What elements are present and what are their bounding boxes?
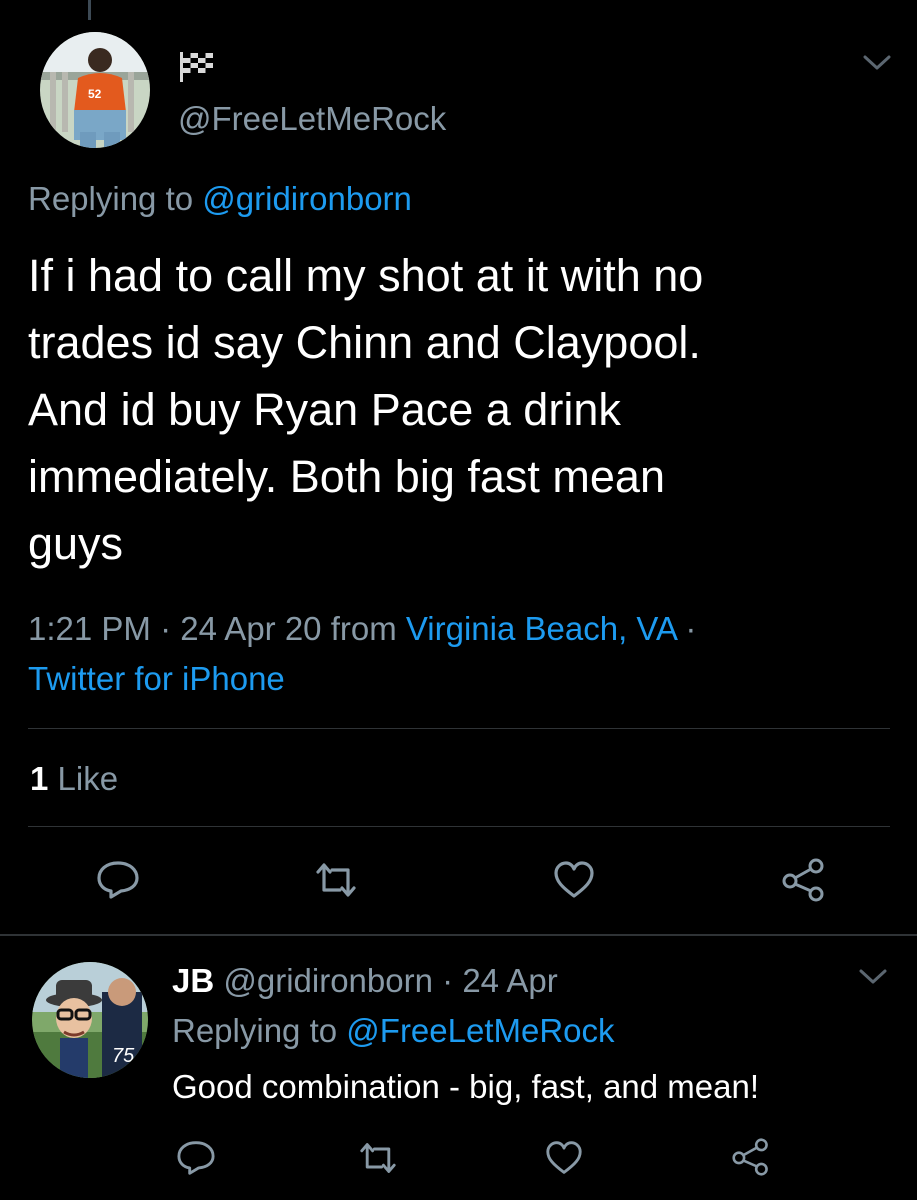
replying-to-line: Replying to @gridironborn <box>28 180 412 218</box>
tweet-meta: 1:21 PM · 24 Apr 20 from Virginia Beach,… <box>28 604 888 704</box>
reply-author-handle[interactable]: @gridironborn <box>223 962 433 999</box>
reply-text: Good combination - big, fast, and mean! <box>172 1068 760 1105</box>
tweet-date: 24 Apr 20 <box>180 610 322 647</box>
share-icon[interactable] <box>780 858 828 902</box>
reply-author-name[interactable]: JB <box>172 962 214 999</box>
author-handle[interactable]: @FreeLetMeRock <box>178 100 446 138</box>
share-icon[interactable] <box>730 1138 772 1176</box>
chevron-down-icon[interactable] <box>856 966 890 993</box>
divider <box>28 826 890 827</box>
header-separator: · <box>442 962 463 999</box>
heart-icon[interactable] <box>544 1140 584 1176</box>
replying-prefix: Replying to <box>28 180 194 217</box>
checkered-flag-icon <box>178 50 218 89</box>
retweet-icon[interactable] <box>358 1140 398 1176</box>
reply-replying-to-line: Replying to @FreeLetMeRock <box>172 1012 615 1050</box>
reply-icon[interactable] <box>96 860 140 900</box>
like-count-value: 1 <box>30 760 49 797</box>
like-label: Like <box>57 760 119 797</box>
heart-icon[interactable] <box>552 860 596 900</box>
chevron-down-icon[interactable] <box>860 52 894 79</box>
section-divider <box>0 934 917 936</box>
avatar-reply[interactable]: 75 <box>32 962 148 1078</box>
tweet-text: If i had to call my shot at it with no t… <box>28 250 704 569</box>
replying-to-link[interactable]: @FreeLetMeRock <box>346 1012 614 1049</box>
location-link[interactable]: Virginia Beach, VA <box>406 610 676 647</box>
meta-separator: · <box>685 610 697 647</box>
retweet-icon[interactable] <box>314 860 358 900</box>
replying-prefix: Replying to <box>172 1012 338 1049</box>
avatar-main[interactable]: 52 <box>40 32 150 148</box>
svg-text:52: 52 <box>88 87 102 101</box>
divider <box>28 728 890 729</box>
client-link[interactable]: Twitter for iPhone <box>28 660 285 697</box>
from-label: from <box>330 610 397 647</box>
replying-to-link[interactable]: @gridironborn <box>202 180 412 217</box>
avatar-jersey-number: 75 <box>112 1045 135 1067</box>
reply-header: JB @gridironborn · 24 Apr <box>172 962 558 1000</box>
reply-date[interactable]: 24 Apr <box>462 962 557 999</box>
meta-separator: · <box>160 610 181 647</box>
tweet-time: 1:21 PM <box>28 610 151 647</box>
likes-count[interactable]: 1 Like <box>30 760 118 798</box>
reply-icon[interactable] <box>176 1140 216 1176</box>
thread-connector-line <box>88 0 91 20</box>
